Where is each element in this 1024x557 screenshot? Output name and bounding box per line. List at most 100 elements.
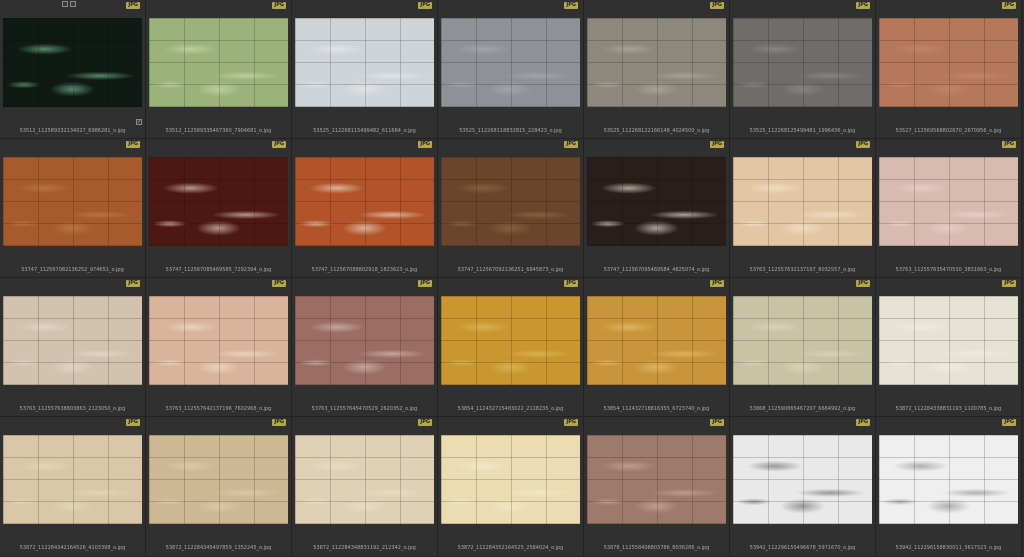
tile-grid-lines (587, 18, 726, 107)
thumbnail-cell[interactable]: JPG 53763_112557638803863_2123050_o.jpg (0, 278, 146, 417)
file-name: 53872_112284345497859_1352245_o.jpg (165, 545, 272, 551)
thumbnail-cell[interactable]: JPG 53872_112284338831193_1100785_o.jpg (876, 278, 1022, 417)
thumbnail-cell[interactable]: JPG 53763_112557635470530_3831663_o.jpg (876, 139, 1022, 278)
thumbnail-image[interactable] (879, 296, 1018, 385)
file-type-badge: JPG (564, 419, 578, 426)
toolbar-icons (62, 1, 76, 7)
file-type-badge: JPG (710, 280, 724, 287)
tile-grid-lines (3, 296, 142, 385)
file-name: 53763_112557642137196_7602968_o.jpg (165, 406, 272, 412)
thumbnail-image[interactable] (295, 18, 434, 107)
thumbnail-cell[interactable]: JPG 53763_112557642137196_7602968_o.jpg (146, 278, 292, 417)
file-type-badge: JPG (856, 419, 870, 426)
tile-grid-lines (441, 157, 580, 246)
thumbnail-cell[interactable]: JPG 53868_112590865467207_6664992_o.jpg (730, 278, 876, 417)
thumbnail-cell[interactable]: JPG 53872_112284342164526_4103398_o.jpg (0, 417, 146, 557)
thumbnail-image[interactable] (879, 18, 1018, 107)
tile-grid-lines (3, 18, 142, 107)
tile-grid-lines (733, 157, 872, 246)
tile-grid-lines (295, 157, 434, 246)
thumbnail-image[interactable] (295, 435, 434, 524)
thumbnail-image[interactable] (3, 296, 142, 385)
thumbnail-image[interactable] (441, 435, 580, 524)
thumbnail-cell[interactable]: JPG 53747_112567085469585_7292394_o.jpg (146, 139, 292, 278)
tile-grid-lines (3, 435, 142, 524)
thumbnail-cell[interactable]: JPG 53872_112284352164525_2584024_o.jpg (438, 417, 584, 557)
thumbnail-image[interactable] (149, 296, 288, 385)
thumbnail-image[interactable] (733, 157, 872, 246)
file-name: 53747_112567095469584_4825074_o.jpg (603, 267, 710, 273)
file-type-badge: JPG (272, 419, 286, 426)
thumbnail-image[interactable] (295, 157, 434, 246)
thumbnail-image[interactable] (733, 435, 872, 524)
thumbnail-image[interactable] (441, 296, 580, 385)
thumbnail-cell[interactable]: JPG 53854_112432718816355_6723740_o.jpg (584, 278, 730, 417)
thumbnail-image[interactable] (587, 435, 726, 524)
thumbnail-image[interactable] (441, 18, 580, 107)
tile-grid-lines (149, 435, 288, 524)
file-name: 53747_112567092136251_6845873_o.jpg (457, 267, 564, 273)
thumbnail-image[interactable] (3, 435, 142, 524)
thumbnail-cell[interactable]: JPG 53525_112268125499481_1996436_o.jpg (730, 0, 876, 139)
file-type-badge: JPG (1002, 2, 1016, 9)
file-name: 53942_112296155496678_5971670_o.jpg (749, 545, 856, 551)
file-name: 53872_112284352164525_2584024_o.jpg (457, 545, 564, 551)
thumbnail-cell[interactable]: JPG 53525_112268115499482_611684_o.jpg (292, 0, 438, 139)
thumbnail-cell[interactable]: JPG 53872_112284345497859_1352245_o.jpg (146, 417, 292, 557)
file-type-badge: JPG (710, 419, 724, 426)
file-name: 53942_112296158830011_3617523_o.jpg (895, 545, 1002, 551)
file-name: 53763_112557635470530_3831663_o.jpg (895, 267, 1002, 273)
file-name: 53527_112569568802670_2670956_o.jpg (895, 128, 1002, 134)
thumbnail-cell[interactable]: JPG 53872_112284348831192_212342_o.jpg (292, 417, 438, 557)
file-type-badge: JPG (272, 2, 286, 9)
thumbnail-image[interactable] (879, 435, 1018, 524)
thumbnail-cell[interactable]: JPG ✓ 53512_112589332134027_6986281_o.jpg (0, 0, 146, 139)
thumbnail-cell[interactable]: JPG 53763_112557645470529_2620352_o.jpg (292, 278, 438, 417)
file-type-badge: JPG (1002, 280, 1016, 287)
selection-checkbox[interactable]: ✓ (136, 119, 142, 125)
thumbnail-cell[interactable]: JPG 53878_112558408803786_8036286_o.jpg (584, 417, 730, 557)
thumbnail-cell[interactable]: JPG 53747_112567092136251_6845873_o.jpg (438, 139, 584, 278)
thumbnail-image[interactable] (587, 157, 726, 246)
file-type-badge: JPG (856, 2, 870, 9)
edit-icon[interactable] (70, 1, 76, 7)
thumbnail-image[interactable] (879, 157, 1018, 246)
thumbnail-image[interactable] (149, 18, 288, 107)
tile-grid-lines (879, 18, 1018, 107)
thumbnail-cell[interactable]: JPG 53854_112432715483022_2118235_o.jpg (438, 278, 584, 417)
select-all-icon[interactable] (62, 1, 68, 7)
thumbnail-cell[interactable]: JPG 53512_112589335467360_7904681_o.jpg (146, 0, 292, 139)
tile-grid-lines (733, 435, 872, 524)
thumbnail-cell[interactable]: JPG 53747_112567082136252_974651_o.jpg (0, 139, 146, 278)
thumbnail-image[interactable] (149, 435, 288, 524)
thumbnail-image[interactable] (295, 296, 434, 385)
thumbnail-cell[interactable]: JPG 53747_112567095469584_4825074_o.jpg (584, 139, 730, 278)
file-name: 53512_112589332134027_6986281_o.jpg (19, 128, 126, 134)
thumbnail-image[interactable] (587, 296, 726, 385)
thumbnail-image[interactable] (733, 296, 872, 385)
thumbnail-cell[interactable]: JPG 53525_112268118832815_228423_o.jpg (438, 0, 584, 139)
file-name: 53763_112557638803863_2123050_o.jpg (19, 406, 126, 412)
thumbnail-image[interactable] (149, 157, 288, 246)
thumbnail-cell[interactable]: JPG 53942_112296158830011_3617523_o.jpg (876, 417, 1022, 557)
file-name: 53525_112268125499481_1996436_o.jpg (749, 128, 856, 134)
thumbnail-image[interactable] (587, 18, 726, 107)
tile-grid-lines (587, 157, 726, 246)
thumbnail-cell[interactable]: JPG 53527_112569568802670_2670956_o.jpg (876, 0, 1022, 139)
thumbnail-image[interactable] (3, 157, 142, 246)
tile-grid-lines (733, 296, 872, 385)
file-name: 53763_112557645470529_2620352_o.jpg (311, 406, 418, 412)
file-name: 53872_112284342164526_4103398_o.jpg (19, 545, 126, 551)
tile-grid-lines (879, 296, 1018, 385)
thumbnail-image[interactable] (3, 18, 142, 107)
thumbnail-cell[interactable]: JPG 53525_112268122166148_4024500_o.jpg (584, 0, 730, 139)
file-name: 53872_112284348831192_212342_o.jpg (313, 545, 416, 551)
tile-grid-lines (149, 18, 288, 107)
thumbnail-cell[interactable]: JPG 53747_112567088802918_1823623_o.jpg (292, 139, 438, 278)
tile-grid-lines (441, 435, 580, 524)
thumbnail-cell[interactable]: JPG 53763_112557632137197_8032557_o.jpg (730, 139, 876, 278)
thumbnail-cell[interactable]: JPG 53942_112296155496678_5971670_o.jpg (730, 417, 876, 557)
thumbnail-image[interactable] (441, 157, 580, 246)
file-name: 53525_112268115499482_611684_o.jpg (313, 128, 416, 134)
thumbnail-image[interactable] (733, 18, 872, 107)
